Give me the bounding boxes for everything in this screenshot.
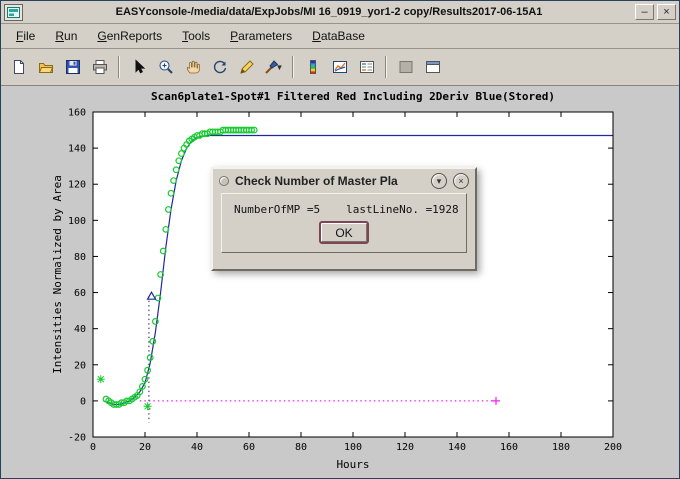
window-panel-icon	[425, 59, 441, 75]
toolbar-separator	[385, 56, 387, 78]
svg-text:100: 100	[68, 216, 86, 227]
legend-icon	[359, 59, 375, 75]
svg-text:-20: -20	[68, 433, 86, 444]
zoom-in-button[interactable]	[153, 55, 178, 80]
edit-arrow-button[interactable]	[126, 55, 151, 80]
menu-parameters[interactable]: Parameters	[221, 26, 301, 46]
svg-text:60: 60	[243, 442, 255, 453]
app-icon	[7, 7, 20, 18]
dialog-ok-row: OK	[234, 223, 454, 242]
plot-tools-on-button[interactable]	[420, 55, 445, 80]
dialog-title: Check Number of Master Pla	[235, 174, 425, 188]
dialog-message-numberofmp: NumberOfMP =5	[234, 203, 320, 216]
menu-database[interactable]: DataBase	[303, 26, 374, 46]
save-figure-button[interactable]	[60, 55, 85, 80]
minimize-button[interactable]: –	[635, 4, 654, 20]
svg-text:0: 0	[90, 442, 96, 453]
svg-text:20: 20	[74, 360, 86, 371]
print-icon	[92, 59, 108, 75]
dialog-menu-icon[interactable]	[219, 176, 229, 186]
svg-text:60: 60	[74, 288, 86, 299]
arrow-cursor-icon	[131, 59, 147, 75]
insert-legend-button[interactable]	[354, 55, 379, 80]
svg-text:140: 140	[68, 144, 86, 155]
window-menu-icon[interactable]	[4, 4, 23, 21]
menu-genreports[interactable]: GenReports	[88, 26, 171, 46]
svg-text:Hours: Hours	[336, 458, 369, 471]
svg-text:80: 80	[295, 442, 307, 453]
dialog-message: NumberOfMP =5 lastLineNo. =1928	[234, 203, 454, 216]
plot-browser-icon	[332, 59, 348, 75]
open-folder-icon	[38, 59, 54, 75]
app-window: EASYconsole-/media/data/ExpJobs/MI 16_09…	[0, 0, 680, 479]
figure-area: 0 20 40 60 80 100 120 140 160 180 200 -20 0 20 40 60 80 1…	[1, 86, 679, 478]
data-cursor-button[interactable]	[234, 55, 259, 80]
menu-run[interactable]: Run	[46, 26, 86, 46]
window-title: EASYconsole-/media/data/ExpJobs/MI 16_09…	[26, 6, 632, 18]
brush-dropdown-icon[interactable]: ▼	[276, 63, 284, 72]
pan-hand-button[interactable]	[180, 55, 205, 80]
new-file-button[interactable]	[6, 55, 31, 80]
plot-browser-button[interactable]	[327, 55, 352, 80]
dialog-collapse-button[interactable]: ▾	[431, 173, 447, 189]
open-file-button[interactable]	[33, 55, 58, 80]
svg-text:40: 40	[191, 442, 203, 453]
svg-text:20: 20	[139, 442, 151, 453]
datatip-pen-icon	[239, 59, 255, 75]
close-button[interactable]: ×	[657, 4, 676, 20]
colorbar-icon	[305, 59, 321, 75]
menu-file[interactable]: File	[7, 26, 44, 46]
zoom-in-icon	[158, 59, 174, 75]
svg-text:180: 180	[552, 442, 570, 453]
svg-text:160: 160	[500, 442, 518, 453]
svg-text:120: 120	[68, 180, 86, 191]
dialog-titlebar[interactable]: Check Number of Master Pla ▾ ×	[213, 169, 475, 193]
toolbar-separator	[118, 56, 120, 78]
gray-panel-icon	[398, 59, 414, 75]
svg-text:80: 80	[74, 252, 86, 263]
hand-icon	[185, 59, 201, 75]
titlebar[interactable]: EASYconsole-/media/data/ExpJobs/MI 16_09…	[1, 1, 679, 24]
svg-text:100: 100	[344, 442, 362, 453]
dialog-body: NumberOfMP =5 lastLineNo. =1928 OK	[221, 193, 467, 253]
print-figure-button[interactable]	[87, 55, 112, 80]
ok-button[interactable]: OK	[321, 223, 367, 242]
svg-text:140: 140	[448, 442, 466, 453]
toolbar-separator	[292, 56, 294, 78]
menu-tools[interactable]: Tools	[173, 26, 219, 46]
svg-text:200: 200	[604, 442, 622, 453]
plot-tools-off-button[interactable]	[393, 55, 418, 80]
rotate-3d-button[interactable]	[207, 55, 232, 80]
insert-colorbar-button[interactable]	[300, 55, 325, 80]
svg-text:0: 0	[80, 396, 86, 407]
new-file-icon	[11, 59, 27, 75]
save-icon	[65, 59, 81, 75]
svg-text:120: 120	[396, 442, 414, 453]
check-master-plate-dialog: Check Number of Master Pla ▾ × NumberOfM…	[211, 167, 477, 271]
svg-text:Scan6plate1-Spot#1 Filtered Re: Scan6plate1-Spot#1 Filtered Red Includin…	[151, 90, 555, 103]
menubar: File Run GenReports Tools Parameters Dat…	[1, 24, 679, 49]
brush-button[interactable]: ▼	[261, 55, 286, 80]
svg-text:160: 160	[68, 108, 86, 119]
dialog-message-lastlineno: lastLineNo. =1928	[346, 203, 459, 216]
dialog-close-button[interactable]: ×	[453, 173, 469, 189]
svg-text:40: 40	[74, 324, 86, 335]
chart-canvas[interactable]: 0 20 40 60 80 100 120 140 160 180 200 -20 0 20 40 60 80 1…	[1, 86, 679, 478]
toolbar: ▼	[1, 49, 679, 86]
rotate-icon	[212, 59, 228, 75]
svg-text:Intensities Normalized by Area: Intensities Normalized by Area	[51, 175, 64, 374]
